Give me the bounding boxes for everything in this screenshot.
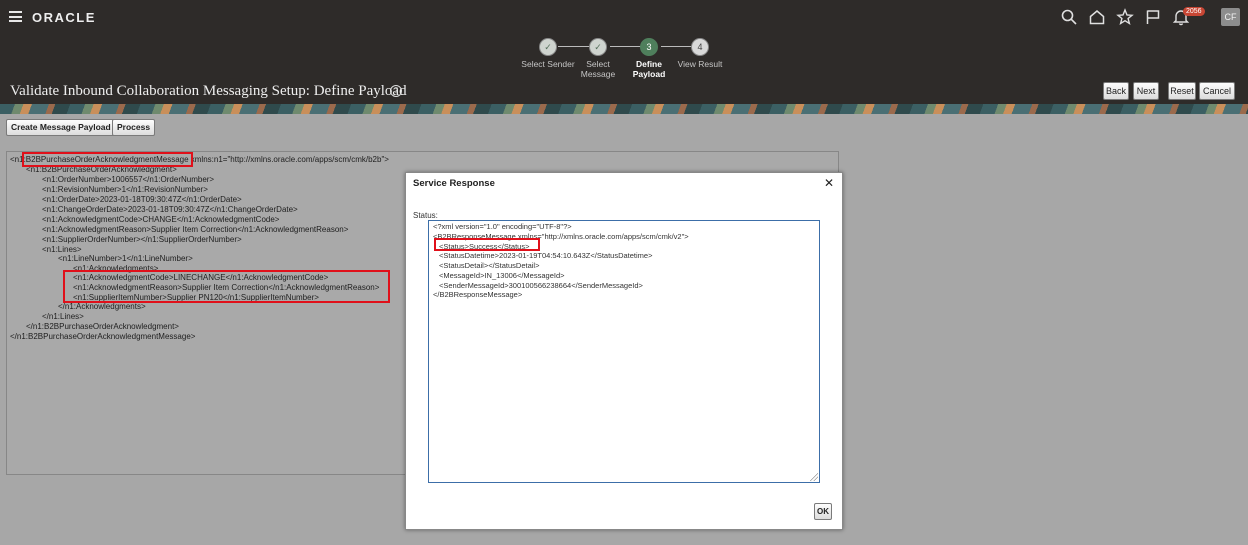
response-line: <MessageId>IN_13006</MessageId>: [439, 271, 565, 280]
star-icon[interactable]: [1116, 8, 1134, 26]
help-icon[interactable]: ?: [390, 85, 402, 97]
step-check-icon: ✓: [589, 38, 607, 56]
response-line: </B2BResponseMessage>: [433, 290, 523, 299]
notification-count-badge: 2056: [1183, 7, 1205, 16]
step-number: 4: [691, 38, 709, 56]
xml-line: <n1:OrderNumber>1006557</n1:OrderNumber>: [42, 175, 215, 184]
xml-line: <n1:SupplierOrderNumber></n1:SupplierOrd…: [42, 235, 242, 244]
user-avatar[interactable]: CF: [1221, 8, 1240, 26]
train-step-view-result[interactable]: 4 View Result: [670, 38, 730, 69]
app-header: ORACLE 2056 CF ✓ Select Sender ✓ Select M…: [0, 0, 1248, 114]
search-icon[interactable]: [1060, 8, 1078, 26]
highlight-message-root: [22, 152, 193, 167]
close-icon[interactable]: ✕: [824, 176, 834, 190]
process-button[interactable]: Process: [112, 119, 156, 136]
xml-line: </n1:B2BPurchaseOrderAcknowledgment>: [26, 322, 179, 331]
step-number: 3: [640, 38, 658, 56]
dialog-title: Service Response: [413, 178, 495, 189]
highlight-status-success: [434, 238, 540, 251]
response-line: <StatusDatetime>2023-01-19T04:54:10.643Z…: [439, 251, 653, 260]
xml-line: <n1:RevisionNumber>1</n1:RevisionNumber>: [42, 185, 208, 194]
status-response-textarea[interactable]: <?xml version="1.0" encoding="UTF-8"?> <…: [428, 220, 820, 483]
decorative-banner: [0, 104, 1248, 114]
xml-line: <n1:AcknowledgmentReason>Supplier Item C…: [42, 225, 349, 234]
status-label: Status:: [413, 211, 438, 220]
cancel-button[interactable]: Cancel: [1199, 82, 1235, 100]
xml-line: <n1:OrderDate>2023-01-18T09:30:47Z</n1:O…: [42, 195, 242, 204]
flag-icon[interactable]: [1144, 8, 1162, 26]
response-line: <StatusDetail></StatusDetail>: [439, 261, 540, 270]
reset-button[interactable]: Reset: [1168, 82, 1196, 100]
xml-line: </n1:Lines>: [42, 312, 84, 321]
next-button[interactable]: Next: [1133, 82, 1159, 100]
back-button[interactable]: Back: [1103, 82, 1129, 100]
xml-line: </n1:B2BPurchaseOrderAcknowledgmentMessa…: [10, 332, 196, 341]
create-message-payload-button[interactable]: Create Message Payload: [6, 119, 116, 136]
home-icon[interactable]: [1088, 8, 1106, 26]
step-check-icon: ✓: [539, 38, 557, 56]
xml-line: <n1:LineNumber>1</n1:LineNumber>: [58, 254, 193, 263]
xml-line: </n1:Acknowledgments>: [58, 302, 146, 311]
highlight-acknowledgment-lines: [63, 270, 390, 303]
ok-button[interactable]: OK: [814, 503, 832, 520]
oracle-logo: ORACLE: [32, 10, 96, 25]
resize-grip-icon[interactable]: [810, 473, 818, 481]
response-line: <?xml version="1.0" encoding="UTF-8"?>: [433, 222, 572, 231]
xml-line: <n1:AcknowledgmentCode>CHANGE</n1:Acknow…: [42, 215, 280, 224]
service-response-dialog: Service Response ✕ Status: <?xml version…: [405, 172, 843, 530]
xml-line: <n1:ChangeOrderDate>2023-01-18T09:30:47Z…: [42, 205, 298, 214]
hamburger-menu-icon[interactable]: [9, 11, 22, 22]
step-label: View Result: [677, 59, 723, 69]
page-title: Validate Inbound Collaboration Messaging…: [10, 83, 407, 99]
